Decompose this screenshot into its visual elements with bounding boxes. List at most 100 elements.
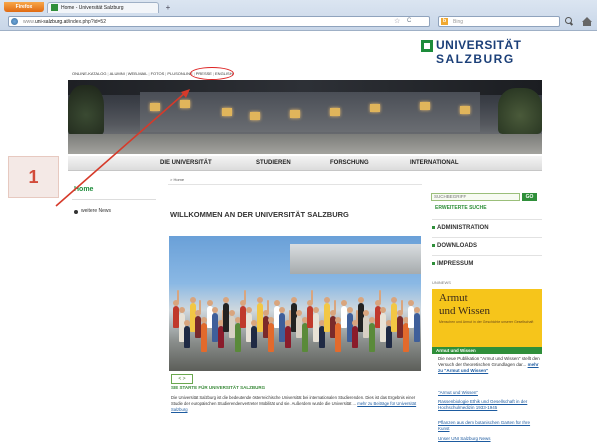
tab-favicon-icon [51, 4, 58, 11]
news-link-2[interactable]: Rassenbiologie Ethik und Gesellschaft in… [438, 399, 540, 411]
url-host: uni-salzburg.at [34, 19, 68, 25]
logo-line-1[interactable]: UNIVERSITÄT [436, 39, 522, 52]
breadcrumb[interactable]: > Home [170, 177, 184, 183]
nav-international[interactable]: INTERNATIONAL [410, 156, 459, 170]
news-caption[interactable]: SIE STARTE FÜR UNIVERSITÄT SALZBURG [171, 385, 265, 391]
plusonline-highlight-ring [190, 67, 234, 80]
photo-person-head [257, 296, 263, 303]
armut-title-line-2: und Wissen [439, 305, 490, 317]
banner-tree [68, 85, 104, 135]
search-go-button[interactable]: GO [522, 193, 537, 201]
toplink-alumni[interactable]: ALUMNI [110, 71, 125, 76]
photo-person-head [229, 310, 235, 316]
photo-person-head [296, 310, 303, 316]
rnav-bullet-icon [432, 243, 435, 247]
photo-person-head [273, 300, 280, 306]
breadcrumb-divider [168, 184, 422, 185]
photo-raised-arm [199, 300, 202, 312]
photo-person-head [413, 306, 420, 313]
new-tab-button[interactable]: + [163, 3, 173, 12]
photo-raised-arm [378, 290, 381, 302]
main-nav: DIE UNIVERSITÄT STUDIEREN FORSCHUNG INTE… [68, 156, 542, 171]
reload-icon[interactable]: C [407, 17, 411, 26]
toplink-fotos[interactable]: FOTOS [151, 71, 165, 76]
armut-teaser-text: Die neue Publikation "Armut und Wissen" … [438, 356, 540, 367]
toplink-plusonline[interactable]: PLUSONLINE [167, 71, 192, 76]
banner-window [290, 110, 300, 118]
news-link-3[interactable]: Pflanzen aus dem botanischen Garten für … [438, 420, 540, 432]
nav-forschung[interactable]: FORSCHUNG [330, 156, 369, 170]
firefox-menu-button[interactable]: Firefox [4, 2, 44, 12]
photo-raised-arm [177, 290, 179, 302]
rnav-label: ADMINISTRATION [437, 225, 489, 231]
logo-line-2[interactable]: SALZBURG [436, 53, 515, 66]
photo-person-head [245, 306, 252, 313]
banner-facade [140, 92, 480, 132]
armut-subtitle: Menschen und Armut in der Geschichte uns… [439, 320, 534, 324]
url-path: /index.php?id=52 [67, 19, 106, 25]
site-search-input[interactable] [431, 193, 520, 201]
sidebar-home-link[interactable]: Home [74, 186, 93, 193]
annotation-number-box: 1 [8, 156, 59, 198]
photo-person-head [357, 296, 364, 303]
toplink-online-katalog[interactable]: ONLINE-KATALOG [72, 71, 107, 76]
photo-person-head [408, 300, 415, 306]
bing-icon[interactable]: b [441, 18, 448, 25]
photo-raised-arm [333, 300, 336, 312]
rnav-administration[interactable]: ADMINISTRATION [432, 219, 542, 233]
photo-person-head [212, 306, 219, 313]
banner-window [370, 104, 380, 112]
banner-window [330, 108, 340, 116]
bookmark-star-icon[interactable]: ☆ [394, 17, 400, 26]
photo-raised-arm [401, 300, 403, 312]
sidebar-divider [72, 199, 156, 200]
photo-person-head [313, 306, 319, 313]
armut-band[interactable]: Armut und Wissen [432, 347, 542, 354]
banner-window [180, 100, 190, 108]
nav-die-universitaet[interactable]: DIE UNIVERSITÄT [160, 156, 212, 170]
university-logo-inner [424, 43, 430, 49]
slideshow-pager[interactable]: < > [171, 374, 193, 384]
search-engine-input[interactable]: Bing [438, 16, 560, 27]
banner-window [250, 112, 260, 120]
tab-home[interactable]: Home - Universität Salzburg [47, 2, 159, 13]
page-title: WILLKOMMEN AN DER UNIVERSITÄT SALZBURG [170, 210, 349, 219]
toplink-web-mail[interactable]: WEB-MAIL [128, 71, 148, 76]
home-icon-body [583, 22, 591, 26]
photo-person-head [346, 306, 353, 313]
armut-title-line-1: Armut [439, 292, 468, 304]
rnav-impressum[interactable]: IMPRESSUM [432, 255, 542, 269]
photo-person-head [391, 296, 398, 303]
photo-raised-arm [311, 290, 314, 302]
rnav-label: IMPRESSUM [437, 261, 474, 267]
nav-studieren[interactable]: STUDIEREN [256, 156, 291, 170]
news-link-1[interactable]: "Armut und Wissen" [438, 390, 540, 396]
bullet-icon [74, 210, 78, 214]
news-body: Die Universität Salzburg ist die bedeute… [171, 395, 419, 412]
photo-raised-arm [244, 290, 247, 302]
uninews-label: UNINEWS [432, 280, 451, 285]
photo-person-head [178, 306, 185, 313]
rnav-downloads[interactable]: DOWNLOADS [432, 237, 542, 251]
banner-window [460, 106, 470, 114]
site-identity-icon[interactable] [11, 18, 18, 25]
photo-person-head [341, 300, 347, 306]
photo-person-head [324, 296, 331, 303]
sidebar-news-link[interactable]: weitere News [81, 208, 111, 215]
advanced-search-link[interactable]: ERWEITERTE SUCHE [435, 205, 487, 212]
photo-person-head [223, 296, 230, 303]
photo-person-head [363, 310, 370, 316]
banner-window [420, 102, 430, 110]
banner-tree-right [498, 88, 542, 134]
banner-window [150, 103, 160, 111]
banner-ground [68, 134, 542, 154]
armut-teaser: Die neue Publikation "Armut und Wissen" … [438, 356, 540, 374]
photo-person [413, 312, 420, 342]
banner-window [222, 108, 232, 116]
address-bar[interactable]: www.uni-salzburg.at/index.php?id=52 [8, 16, 430, 27]
rnav-label: DOWNLOADS [437, 243, 477, 249]
rnav-bullet-icon [432, 225, 435, 229]
photo-building [290, 244, 421, 274]
news-link-4[interactable]: Unser UNI Salzburg News [438, 436, 540, 442]
url-scheme: www. [23, 19, 35, 25]
